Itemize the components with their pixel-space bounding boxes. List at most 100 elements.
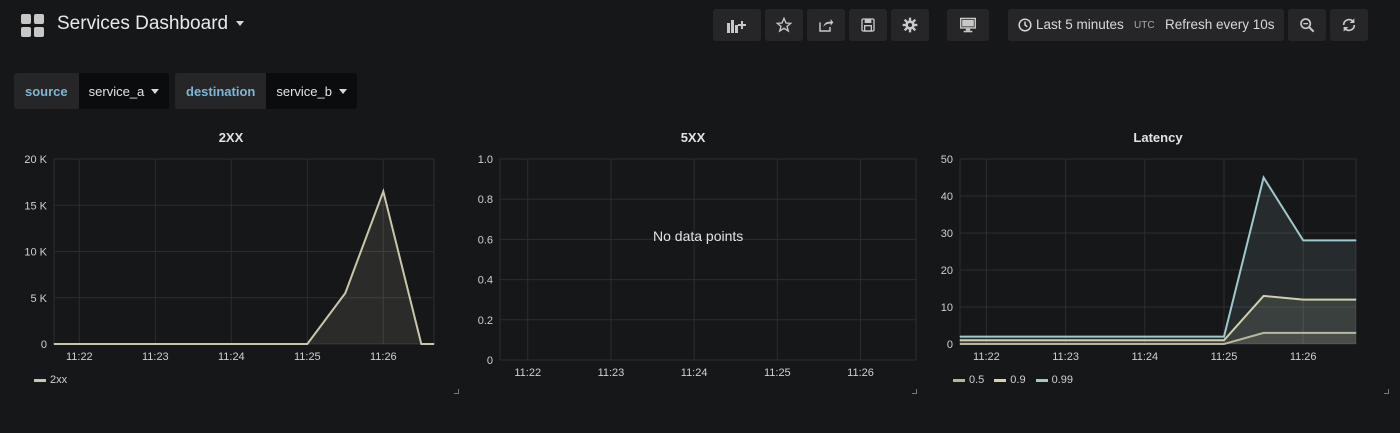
legend-label: 0.99 [1051,374,1074,386]
variable-label-source: source [14,73,79,109]
x-tick-label: 11:22 [973,351,1000,363]
y-tick-label: 1.0 [478,154,493,166]
monitor-icon [960,17,976,33]
share-button[interactable] [807,9,845,41]
refresh-interval-label: Refresh every 10s [1165,17,1275,32]
x-tick-label: 11:24 [681,367,708,379]
chart-5xx[interactable]: 0 0.2 0.4 0.6 0.8 1.0 11:22 11:23 11:24 11:25 11:2… [462,125,924,395]
panel-5xx: 5XX 0 0.2 0.4 0.6 0.8 1.0 11:22 11:23 11:24 11:25… [462,125,924,395]
y-tick-label: 0.4 [478,275,493,287]
y-tick-label: 0.6 [478,234,493,246]
variable-select-destination[interactable]: service_b [266,73,357,109]
x-tick-label: 11:26 [1290,351,1317,363]
settings-button[interactable] [891,9,929,41]
legend-label: 0.5 [969,374,985,386]
chevron-down-icon [151,88,160,94]
legend-item[interactable]: 2xx [34,374,67,386]
chevron-down-icon [338,88,347,94]
dashboard-title-text: Services Dashboard [57,13,229,34]
refresh-icon [1342,18,1356,32]
chart-latency[interactable]: 0 10 20 30 40 50 11:22 11:23 11:24 11:25 11:26 [924,125,1392,395]
x-tick-label: 11:23 [1052,351,1079,363]
legend-swatch [34,378,46,382]
legend-swatch [953,378,965,382]
y-tick-label: 0 [41,339,47,351]
series-area-2xx [54,191,434,344]
legend-item[interactable]: 0.5 [953,374,984,386]
data-point [306,343,308,345]
variable-value-source: service_a [88,83,145,99]
variable-destination: destination service_b [175,73,357,109]
chart-2xx[interactable]: 0 5 K 10 K 15 K 20 K 11:22 11:23 11:24 11:25 11:2… [0,125,462,395]
legend-label: 0.9 [1010,374,1026,386]
x-tick-label: 11:25 [764,367,791,379]
y-tick-label: 50 [941,154,953,166]
data-point [78,343,80,345]
legend-item[interactable]: 0.9 [994,374,1026,386]
x-tick-label: 11:25 [294,351,321,363]
x-tick-label: 11:26 [370,351,397,363]
variable-value-destination: service_b [276,83,332,99]
data-point [154,343,156,345]
search-icon [1300,18,1315,33]
data-point [382,190,384,192]
panel-2xx: 2XX 05 K 10 K 15 K 20 K 11:22 11:23 11:24 11:25… [0,125,462,395]
data-point [1355,239,1357,241]
x-tick-label: 11:25 [1211,351,1238,363]
x-tick-label: 11:24 [218,351,245,363]
data-point [230,343,232,345]
y-tick-label: 30 [941,228,953,240]
legend: 0.5 0.9 0.99 [953,374,1073,386]
add-panel-icon [727,20,746,33]
data-point [959,336,961,338]
series-area-0.99 [960,177,1356,344]
top-navbar: Services Dashboard Last 5 minutes UTC Re… [0,0,1400,52]
x-tick-label: 11:26 [847,367,874,379]
refresh-button[interactable] [1330,9,1368,41]
data-point [1263,177,1265,178]
star-button[interactable] [765,9,803,41]
legend-swatch [1035,378,1048,382]
dashboard-title[interactable]: Services Dashboard [57,13,245,35]
resize-handle-icon[interactable] [912,389,917,394]
variable-select-source[interactable]: service_a [78,73,170,109]
legend-item[interactable]: 0.99 [1035,374,1074,386]
grafana-logo-icon[interactable] [21,14,45,38]
timezone-label: UTC [1134,20,1155,31]
no-data-message: No data points [653,228,744,244]
y-tick-label: 0 [487,355,493,367]
clock-icon [1018,18,1032,32]
time-range-label: Last 5 minutes [1036,17,1124,32]
y-tick-label: 20 K [24,154,47,166]
y-tick-label: 0.2 [478,315,493,327]
chevron-down-icon [236,21,245,27]
resize-handle-icon[interactable] [1384,389,1389,394]
data-point [1302,239,1304,241]
variable-label-destination: destination [175,73,267,109]
y-tick-label: 15 K [24,200,47,212]
legend: 2xx [34,374,67,386]
save-button[interactable] [849,9,887,41]
share-icon [819,19,834,32]
variable-source: source service_a [14,73,170,109]
y-tick-label: 40 [941,191,953,203]
add-panel-button[interactable] [713,9,761,41]
data-point [433,343,435,345]
view-mode-button[interactable] [947,9,989,41]
data-point [420,343,422,345]
x-tick-label: 11:22 [66,351,93,363]
y-tick-label: 0.8 [478,194,493,206]
y-tick-label: 20 [941,265,953,277]
x-tick-label: 11:23 [142,351,169,363]
save-icon [861,18,875,32]
resize-handle-icon[interactable] [454,389,459,394]
y-tick-label: 10 K [24,247,47,259]
x-tick-label: 11:23 [598,367,625,379]
zoom-out-button[interactable] [1288,9,1326,41]
gear-icon [902,17,918,33]
y-tick-label: 5 K [30,293,47,305]
time-range-picker[interactable]: Last 5 minutes UTC Refresh every 10s [1008,9,1284,41]
data-point [344,292,346,294]
y-tick-label: 0 [947,339,953,351]
data-point [1223,336,1225,338]
